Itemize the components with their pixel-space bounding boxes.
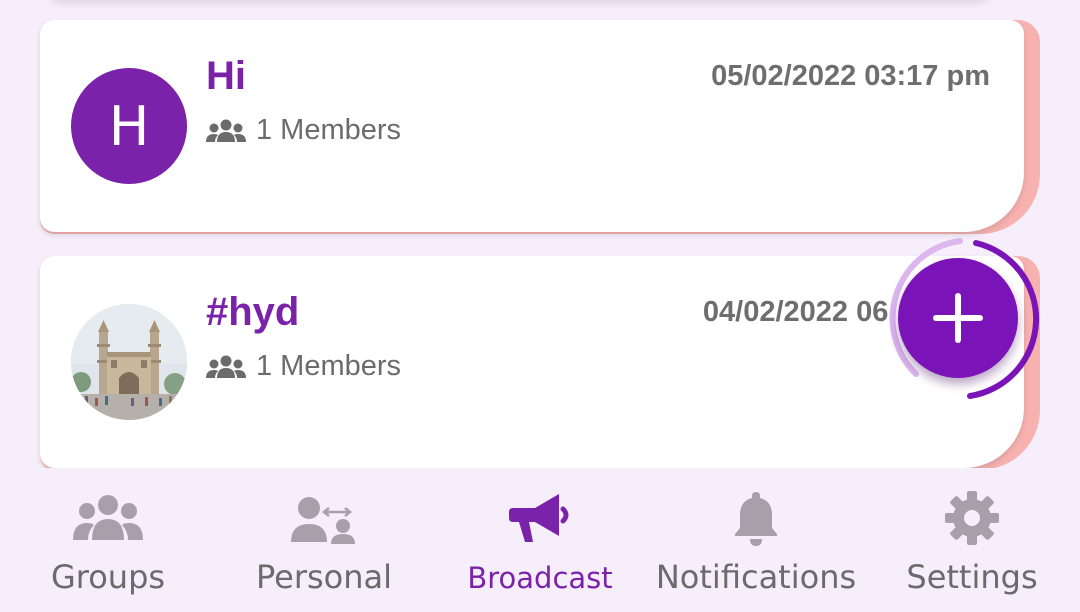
nav-label-broadcast: Broadcast bbox=[467, 561, 613, 595]
nav-item-notifications[interactable]: Notifications bbox=[648, 468, 864, 612]
group-avatar: H bbox=[71, 68, 187, 184]
add-button[interactable] bbox=[898, 258, 1018, 378]
nav-label-groups: Groups bbox=[50, 558, 166, 596]
nav-label-personal: Personal bbox=[255, 558, 393, 596]
bottom-navigation: Groups Personal Broadcast Notifications … bbox=[0, 468, 1080, 612]
add-broadcast-fab[interactable] bbox=[876, 236, 1042, 402]
group-name: Hi bbox=[206, 54, 246, 98]
group-avatar-photo bbox=[71, 304, 187, 420]
megaphone-icon bbox=[509, 494, 569, 542]
group-timestamp: 05/02/2022 03:17 pm bbox=[711, 60, 990, 92]
plus-icon bbox=[933, 293, 983, 343]
people-icon bbox=[206, 355, 246, 378]
nav-item-broadcast[interactable]: Broadcast bbox=[432, 468, 648, 612]
personal-icon bbox=[291, 497, 355, 544]
broadcast-screen: H Hi 1 Members 05/02/2022 03:17 pm #hyd … bbox=[0, 0, 1080, 612]
nav-label-notifications: Notifications bbox=[655, 558, 857, 596]
group-name: #hyd bbox=[206, 290, 300, 334]
nav-label-settings: Settings bbox=[906, 558, 1038, 596]
group-card-body[interactable]: H Hi 1 Members 05/02/2022 03:17 pm bbox=[40, 20, 1024, 232]
members-count: 1 Members bbox=[256, 350, 402, 382]
bell-icon bbox=[735, 492, 777, 546]
groups-icon bbox=[73, 495, 143, 540]
members-count: 1 Members bbox=[256, 114, 402, 146]
charminar-photo-icon bbox=[71, 304, 187, 420]
nav-item-groups[interactable]: Groups bbox=[0, 468, 216, 612]
group-members: 1 Members bbox=[206, 114, 401, 147]
group-card[interactable]: H Hi 1 Members 05/02/2022 03:17 pm bbox=[40, 20, 1040, 234]
nav-item-settings[interactable]: Settings bbox=[864, 468, 1080, 612]
nav-item-personal[interactable]: Personal bbox=[216, 468, 432, 612]
group-timestamp: 04/02/2022 06: bbox=[702, 296, 898, 328]
people-icon bbox=[206, 119, 246, 142]
group-members: 1 Members bbox=[206, 350, 401, 383]
gear-icon bbox=[945, 491, 999, 545]
